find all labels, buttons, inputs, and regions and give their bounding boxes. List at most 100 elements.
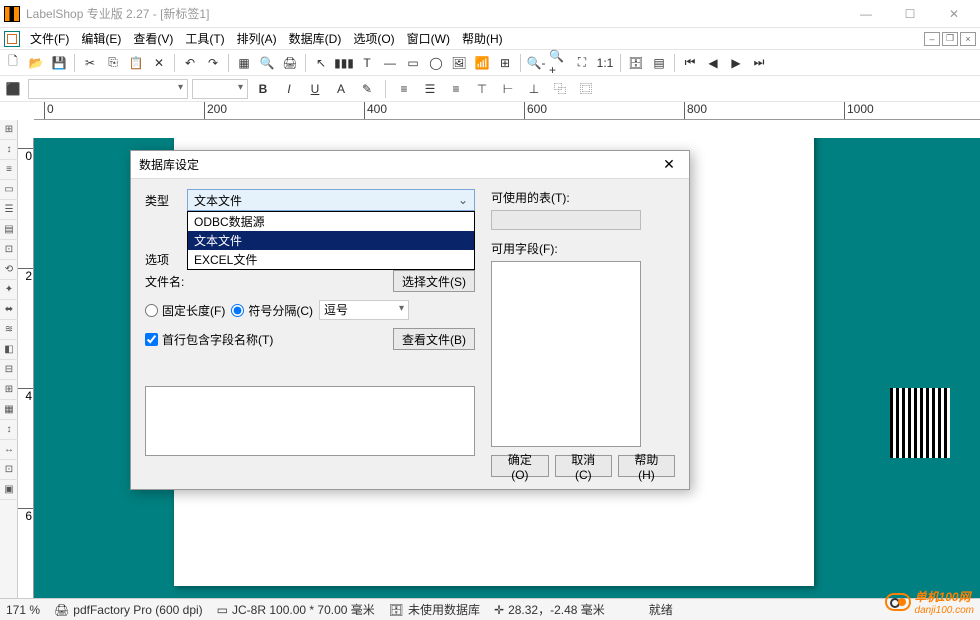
help-button[interactable]: 帮助(H) — [618, 455, 675, 477]
ok-button[interactable]: 确定(O) — [491, 455, 549, 477]
tool-19[interactable]: ▣ — [0, 480, 18, 500]
menu-工具(T)[interactable]: 工具(T) — [179, 29, 230, 49]
fixed-length-radio[interactable]: 固定长度(F) — [145, 302, 225, 319]
redo-icon[interactable]: ↷ — [202, 52, 224, 74]
menu-窗口(W)[interactable]: 窗口(W) — [401, 29, 456, 49]
delimiter-radio[interactable]: 符号分隔(C) — [231, 302, 313, 319]
select-file-button[interactable]: 选择文件(S) — [393, 270, 475, 292]
align-middle-icon[interactable]: ⊢ — [497, 78, 519, 100]
tool-11[interactable]: ≋ — [0, 320, 18, 340]
italic-icon[interactable]: I — [278, 78, 300, 100]
open-icon[interactable]: 📂 — [25, 52, 47, 74]
menu-选项(O)[interactable]: 选项(O) — [347, 29, 400, 49]
database-icon[interactable]: 🗄 — [625, 52, 647, 74]
highlight-icon[interactable]: ✎ — [356, 78, 378, 100]
tool-6[interactable]: ▤ — [0, 220, 18, 240]
align-top-icon[interactable]: ⊤ — [471, 78, 493, 100]
undo-icon[interactable]: ↶ — [179, 52, 201, 74]
lock-icon[interactable]: ⊞ — [494, 52, 516, 74]
menu-帮助(H)[interactable]: 帮助(H) — [456, 29, 509, 49]
align-center-icon[interactable]: ☰ — [419, 78, 441, 100]
align-right-icon[interactable]: ≡ — [445, 78, 467, 100]
next-icon[interactable]: ▶ — [725, 52, 747, 74]
tool-16[interactable]: ↕ — [0, 420, 18, 440]
preview-icon[interactable]: 🔍 — [256, 52, 278, 74]
first-row-checkbox[interactable]: 首行包含字段名称(T) — [145, 331, 273, 348]
tool-10[interactable]: ⬌ — [0, 300, 18, 320]
page-setup-icon[interactable]: ▦ — [233, 52, 255, 74]
type-option-odbc[interactable]: ODBC数据源 — [188, 212, 474, 231]
font-color-icon[interactable]: A — [330, 78, 352, 100]
new-icon[interactable]: 🗋 — [2, 52, 24, 74]
last-icon[interactable]: ⏭ — [748, 52, 770, 74]
tool-18[interactable]: ⊡ — [0, 460, 18, 480]
table-icon[interactable]: ▤ — [648, 52, 670, 74]
type-select[interactable]: 文本文件 ODBC数据源 文本文件 EXCEL文件 — [187, 189, 475, 211]
rect-icon[interactable]: ▭ — [402, 52, 424, 74]
delete-icon[interactable]: ✕ — [148, 52, 170, 74]
barcode-icon[interactable]: ▮▮▮ — [333, 52, 355, 74]
size-combo[interactable] — [192, 79, 248, 99]
tool-17[interactable]: ↔ — [0, 440, 18, 460]
menu-编辑(E)[interactable]: 编辑(E) — [75, 29, 127, 49]
line-icon[interactable]: ― — [379, 52, 401, 74]
font-combo[interactable] — [28, 79, 188, 99]
zoom-actual-icon[interactable]: 1:1 — [594, 52, 616, 74]
menu-排列(A)[interactable]: 排列(A) — [231, 29, 283, 49]
mdi-restore-button[interactable]: ❐ — [942, 32, 958, 46]
paste-icon[interactable]: 📋 — [125, 52, 147, 74]
menu-数据库(D)[interactable]: 数据库(D) — [283, 29, 348, 49]
tables-combo[interactable] — [491, 210, 641, 230]
print-icon[interactable]: 🖨 — [279, 52, 301, 74]
minimize-button[interactable]: — — [844, 1, 888, 27]
save-icon[interactable]: 💾 — [48, 52, 70, 74]
zoom-fit-icon[interactable]: ⛶ — [571, 52, 593, 74]
tool-9[interactable]: ✦ — [0, 280, 18, 300]
tool-13[interactable]: ⊟ — [0, 360, 18, 380]
cut-icon[interactable]: ✂ — [79, 52, 101, 74]
tool-15[interactable]: ▦ — [0, 400, 18, 420]
color-icon[interactable]: ⬛ — [2, 78, 24, 100]
tool-3[interactable]: ≡ — [0, 160, 18, 180]
type-option-excel[interactable]: EXCEL文件 — [188, 250, 474, 269]
tool-7[interactable]: ⊡ — [0, 240, 18, 260]
first-icon[interactable]: ⏮ — [679, 52, 701, 74]
menu-文件(F)[interactable]: 文件(F) — [24, 29, 75, 49]
delimiter-combo[interactable]: 逗号 — [319, 300, 409, 320]
ellipse-icon[interactable]: ◯ — [425, 52, 447, 74]
maximize-button[interactable]: ☐ — [888, 1, 932, 27]
dialog-close-button[interactable]: ✕ — [657, 153, 681, 177]
pointer-icon[interactable]: ↖ — [310, 52, 332, 74]
tool-2[interactable]: ↕ — [0, 140, 18, 160]
tool-12[interactable]: ◧ — [0, 340, 18, 360]
copy-icon[interactable]: ⎘ — [102, 52, 124, 74]
text-icon[interactable]: T — [356, 52, 378, 74]
db-icon: 🗄 — [389, 603, 404, 617]
preview-listbox[interactable] — [145, 386, 475, 456]
group-icon[interactable]: ⿻ — [549, 78, 571, 100]
close-button[interactable]: ✕ — [932, 1, 976, 27]
underline-icon[interactable]: U — [304, 78, 326, 100]
align-bottom-icon[interactable]: ⊥ — [523, 78, 545, 100]
tool-8[interactable]: ⟲ — [0, 260, 18, 280]
tool-5[interactable]: ☰ — [0, 200, 18, 220]
tool-4[interactable]: ▭ — [0, 180, 18, 200]
mdi-close-button[interactable]: × — [960, 32, 976, 46]
ungroup-icon[interactable]: ⿴ — [575, 78, 597, 100]
tool-14[interactable]: ⊞ — [0, 380, 18, 400]
type-option-text[interactable]: 文本文件 — [188, 231, 474, 250]
zoom-in-icon[interactable]: 🔍+ — [548, 52, 570, 74]
image-icon[interactable]: 🖼 — [448, 52, 470, 74]
cancel-button[interactable]: 取消(C) — [555, 455, 612, 477]
menu-查看(V)[interactable]: 查看(V) — [127, 29, 179, 49]
wifi-icon[interactable]: 📶 — [471, 52, 493, 74]
barcode-object[interactable] — [890, 388, 950, 458]
bold-icon[interactable]: B — [252, 78, 274, 100]
view-file-button[interactable]: 查看文件(B) — [393, 328, 475, 350]
tool-1[interactable]: ⊞ — [0, 120, 18, 140]
mdi-minimize-button[interactable]: – — [924, 32, 940, 46]
prev-icon[interactable]: ◀ — [702, 52, 724, 74]
align-left-icon[interactable]: ≡ — [393, 78, 415, 100]
fields-listbox[interactable] — [491, 261, 641, 447]
zoom-out-icon[interactable]: 🔍- — [525, 52, 547, 74]
